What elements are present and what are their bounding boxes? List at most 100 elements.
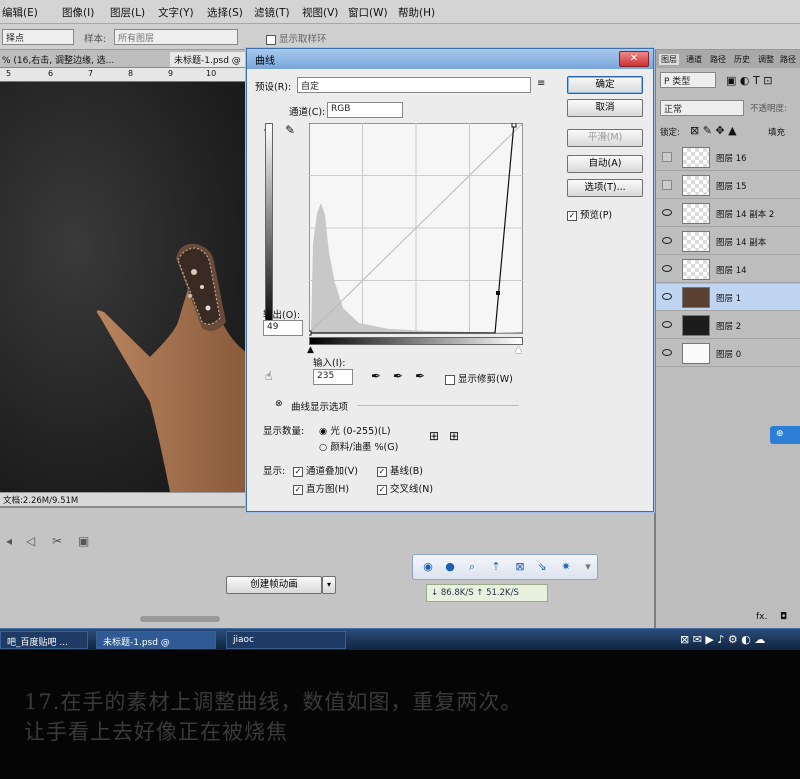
show-ring-box[interactable] bbox=[266, 34, 276, 45]
eye-icon[interactable] bbox=[662, 265, 672, 272]
play-icon[interactable]: ◉ bbox=[419, 558, 437, 576]
expand-options-icon[interactable]: ⊗ bbox=[275, 399, 283, 409]
kind-filter[interactable]: P 类型 bbox=[660, 72, 716, 88]
ok-button[interactable]: 确定 bbox=[567, 76, 643, 94]
pencil-icon[interactable]: ✎ bbox=[285, 123, 295, 137]
channel-overlay-checkbox[interactable]: ✓ 通道叠加(V) bbox=[293, 463, 358, 477]
eye-icon[interactable] bbox=[662, 237, 672, 244]
layer-row[interactable]: 图层 14 副本 2 bbox=[656, 200, 800, 227]
baseline-box[interactable]: ✓ bbox=[377, 466, 387, 477]
show-clipping-checkbox[interactable]: 显示修剪(W) bbox=[445, 371, 513, 385]
channel-dropdown[interactable]: RGB bbox=[327, 102, 403, 118]
tray-icons[interactable]: ⊠ ✉ ▶ ♪ ⚙ ◐ ☁ bbox=[680, 633, 765, 646]
filter-icons[interactable]: ▣ ◐ T ⊡ bbox=[726, 74, 772, 87]
mask-icon[interactable]: ◘ bbox=[780, 612, 787, 622]
output-field[interactable]: 49 bbox=[263, 320, 303, 336]
cancel-button[interactable]: 取消 bbox=[567, 99, 643, 117]
smooth-button[interactable]: 平滑(M) bbox=[567, 129, 643, 147]
input-field[interactable]: 235 bbox=[313, 369, 353, 385]
more-icon[interactable]: ▾ bbox=[579, 558, 597, 576]
tab-layers[interactable]: 图层 bbox=[659, 54, 679, 65]
pigment-radio[interactable]: ○ 颜料/油墨 %(G) bbox=[319, 439, 398, 453]
tab-channels[interactable]: 通道 bbox=[686, 54, 702, 65]
layer-row[interactable]: 图层 14 bbox=[656, 256, 800, 283]
baseline-checkbox[interactable]: ✓ 基线(B) bbox=[377, 463, 423, 477]
curve-graph[interactable] bbox=[309, 123, 523, 343]
eye-icon[interactable] bbox=[662, 209, 672, 216]
hidden-visibility-box[interactable] bbox=[662, 152, 672, 162]
channel-overlay-box[interactable]: ✓ bbox=[293, 466, 303, 477]
layer-row[interactable]: 图层 16 bbox=[656, 144, 800, 171]
layer-row[interactable]: 图层 15 bbox=[656, 172, 800, 199]
taskbar-item-browser[interactable]: 吧_百度贴吧 ... bbox=[0, 631, 88, 649]
side-badge[interactable]: ⊕ bbox=[770, 426, 800, 444]
layer-row[interactable]: 图层 0 bbox=[656, 340, 800, 367]
doc-tab-1[interactable]: % (16,右击, 调整边缘, 选... bbox=[2, 53, 114, 66]
auto-button[interactable]: 自动(A) bbox=[567, 155, 643, 173]
doc-tab-2[interactable]: 未标题-1.psd @ bbox=[170, 52, 245, 67]
options-button[interactable]: 选项(T)... bbox=[567, 179, 643, 197]
menu-layer[interactable]: 图层(L) bbox=[110, 5, 145, 20]
light-radio[interactable]: ◉ 光 (0-255)(L) bbox=[319, 423, 391, 437]
lock-icons[interactable]: ⊠ ✎ ✥ ▲ bbox=[690, 124, 737, 137]
preset-menu-icon[interactable]: ≡ bbox=[537, 78, 545, 89]
hand-adjust-icon[interactable]: ☝ bbox=[265, 369, 272, 383]
zoom-slider[interactable] bbox=[140, 616, 220, 622]
taskbar-item-folder[interactable]: jiaoc bbox=[226, 631, 346, 649]
taskbar-item-photoshop[interactable]: 未标题-1.psd @ bbox=[96, 631, 216, 649]
layer-row[interactable]: 图层 1 bbox=[656, 284, 800, 311]
grid-small-icon[interactable]: ⊞ bbox=[429, 429, 439, 443]
gear-icon[interactable]: ✷ bbox=[557, 558, 575, 576]
menu-edit[interactable]: 编辑(E) bbox=[2, 5, 38, 20]
search-icon[interactable]: ⌕ bbox=[463, 558, 481, 576]
grid-large-icon[interactable]: ⊞ bbox=[449, 429, 459, 443]
prev-frame-icon[interactable]: ◂ bbox=[6, 534, 12, 548]
gray-eyedropper-icon[interactable]: ✒ bbox=[393, 369, 403, 383]
preview-checkbox[interactable]: ✓ 预览(P) bbox=[567, 207, 612, 221]
show-ring-checkbox[interactable]: 显示取样环 bbox=[266, 31, 327, 45]
menu-view[interactable]: 视图(V) bbox=[302, 5, 338, 20]
user-icon[interactable]: ● bbox=[441, 558, 459, 576]
rocket-icon[interactable]: ⇡ bbox=[487, 558, 505, 576]
create-animation-dropdown[interactable]: ▾ bbox=[322, 576, 336, 594]
hidden-visibility-box[interactable] bbox=[662, 180, 672, 190]
menu-image[interactable]: 图像(I) bbox=[62, 5, 94, 20]
image-canvas[interactable] bbox=[0, 82, 246, 492]
menu-type[interactable]: 文字(Y) bbox=[158, 5, 194, 20]
show-clipping-box[interactable] bbox=[445, 374, 455, 385]
close-icon[interactable]: ✕ bbox=[619, 51, 649, 67]
intersection-checkbox[interactable]: ✓ 交叉线(N) bbox=[377, 481, 433, 495]
histogram-box[interactable]: ✓ bbox=[293, 484, 303, 495]
white-eyedropper-icon[interactable]: ✒ bbox=[415, 369, 425, 383]
menu-select[interactable]: 选择(S) bbox=[207, 5, 243, 20]
menu-filter[interactable]: 滤镜(T) bbox=[254, 5, 290, 20]
sample-point-dropdown[interactable]: 择点 bbox=[2, 29, 74, 45]
tab-history[interactable]: 历史 bbox=[734, 54, 750, 65]
histogram-checkbox[interactable]: ✓ 直方图(H) bbox=[293, 481, 349, 495]
preset-dropdown[interactable]: 自定 bbox=[297, 77, 531, 93]
menu-window[interactable]: 窗口(W) bbox=[348, 5, 388, 20]
tab-paths-2[interactable]: 路径 bbox=[780, 54, 796, 65]
create-animation-button[interactable]: 创建帧动画 bbox=[226, 576, 322, 594]
lock-icon[interactable]: ⊠ bbox=[511, 558, 529, 576]
blend-mode[interactable]: 正常 bbox=[660, 100, 744, 116]
pin-icon[interactable]: ⇘ bbox=[533, 558, 551, 576]
white-point-slider[interactable]: ▲ bbox=[515, 345, 522, 355]
menu-help[interactable]: 帮助(H) bbox=[398, 5, 435, 20]
layer-row[interactable]: 图层 14 副本 bbox=[656, 228, 800, 255]
sample-dropdown[interactable]: 所有图层 bbox=[114, 29, 238, 45]
tab-paths[interactable]: 路径 bbox=[710, 54, 726, 65]
fx-icon[interactable]: fx. bbox=[756, 612, 767, 622]
intersection-box[interactable]: ✓ bbox=[377, 484, 387, 495]
eye-icon[interactable] bbox=[662, 321, 672, 328]
back-icon[interactable]: ◁ bbox=[26, 534, 35, 548]
black-eyedropper-icon[interactable]: ✒ bbox=[371, 369, 381, 383]
scissors-icon[interactable]: ✂ bbox=[52, 534, 62, 548]
transition-icon[interactable]: ▣ bbox=[78, 534, 89, 548]
layer-row[interactable]: 图层 2 bbox=[656, 312, 800, 339]
black-point-slider[interactable]: ▲ bbox=[307, 345, 314, 355]
tab-adjust[interactable]: 调整 bbox=[758, 54, 774, 65]
eye-icon[interactable] bbox=[662, 293, 672, 300]
eye-icon[interactable] bbox=[662, 349, 672, 356]
preview-box[interactable]: ✓ bbox=[567, 210, 577, 221]
